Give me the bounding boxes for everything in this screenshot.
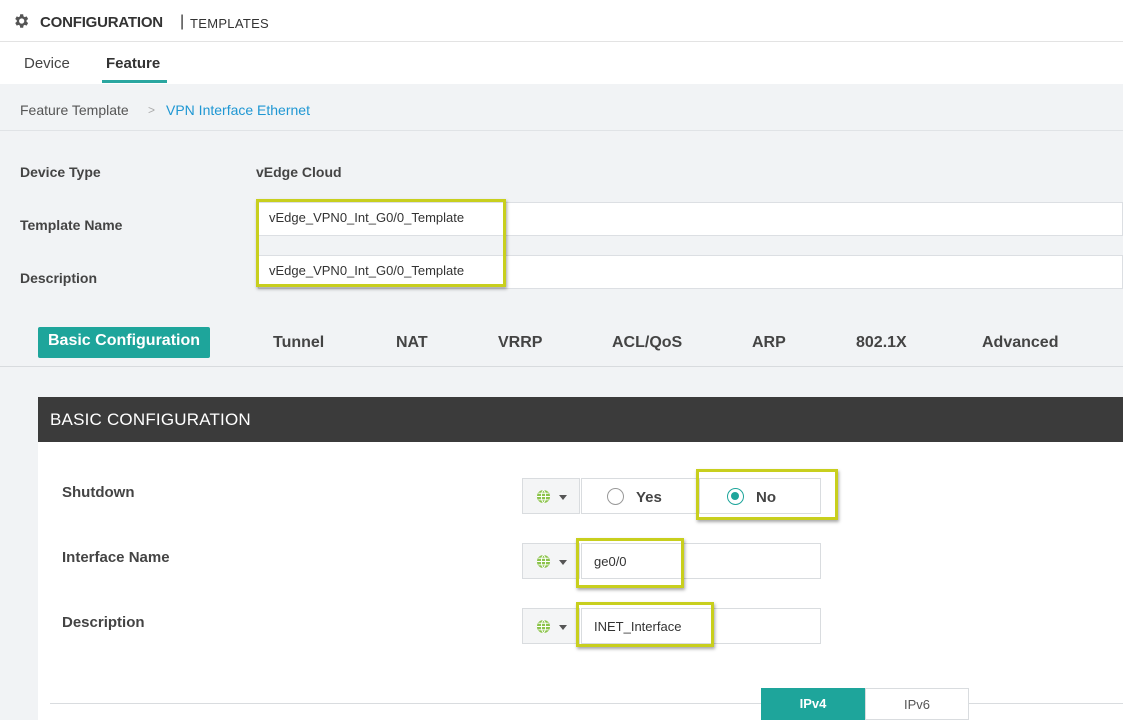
description-label: Description [20, 270, 98, 286]
tab-basic-configuration[interactable]: Basic Configuration [38, 327, 211, 358]
breadcrumb-feature-template[interactable]: Feature Template [20, 102, 129, 118]
breadcrumb-current[interactable]: VPN Interface Ethernet [166, 102, 310, 118]
breadcrumb: Feature Template > VPN Interface Etherne… [0, 84, 1123, 131]
shutdown-no-option[interactable]: No [699, 478, 821, 514]
ipv4-toggle[interactable]: IPv4 [761, 688, 865, 720]
tab-advanced[interactable]: Advanced [982, 334, 1058, 352]
gear-icon [15, 14, 29, 28]
template-description-input[interactable]: vEdge_VPN0_Int_G0/0_Template [258, 255, 1123, 289]
tab-feature[interactable]: Feature [106, 55, 160, 72]
globe-icon [536, 554, 551, 569]
interface-description-input[interactable]: INET_Interface [581, 608, 821, 644]
tab-vrrp[interactable]: VRRP [498, 334, 542, 352]
chevron-down-icon [559, 560, 567, 565]
tab-802-1x[interactable]: 802.1X [856, 334, 907, 352]
title-separator: | [180, 13, 185, 30]
template-tabs: Device Feature [0, 42, 1123, 84]
radio-no[interactable] [727, 488, 744, 505]
device-type-value: vEdge Cloud [256, 164, 342, 180]
radio-no-label: No [756, 489, 776, 506]
template-name-label: Template Name [20, 217, 123, 233]
shutdown-yes-option[interactable]: Yes [581, 478, 699, 514]
page-subtitle: TEMPLATES [190, 16, 270, 31]
interface-name-label: Interface Name [62, 549, 170, 566]
shutdown-label: Shutdown [62, 484, 135, 501]
panel-header[interactable]: BASIC CONFIGURATION [38, 397, 1123, 442]
shutdown-scope-dropdown[interactable] [522, 478, 580, 514]
tab-device[interactable]: Device [24, 55, 70, 72]
chevron-down-icon [559, 625, 567, 630]
ipv6-toggle[interactable]: IPv6 [865, 688, 969, 720]
tab-tunnel[interactable]: Tunnel [273, 334, 324, 352]
device-type-label: Device Type [20, 164, 101, 180]
globe-icon [536, 619, 551, 634]
radio-yes[interactable] [607, 488, 624, 505]
template-name-input[interactable]: vEdge_VPN0_Int_G0/0_Template [258, 202, 1123, 236]
globe-icon [536, 489, 551, 504]
interface-name-input[interactable]: ge0/0 [581, 543, 821, 579]
breadcrumb-chevron-icon: > [148, 103, 156, 117]
interface-name-scope-dropdown[interactable] [522, 543, 580, 579]
tab-arp[interactable]: ARP [752, 334, 786, 352]
section-tabs: Basic Configuration Tunnel NAT VRRP ACL/… [0, 321, 1123, 367]
tab-acl-qos[interactable]: ACL/QoS [612, 334, 682, 352]
chevron-down-icon [559, 495, 567, 500]
tab-nat[interactable]: NAT [396, 334, 428, 352]
radio-yes-label: Yes [636, 489, 662, 506]
description-scope-dropdown[interactable] [522, 608, 580, 644]
page-title: CONFIGURATION [40, 14, 163, 31]
active-tab-indicator [102, 80, 167, 83]
top-header: CONFIGURATION | TEMPLATES [0, 0, 1123, 42]
interface-description-label: Description [62, 614, 145, 631]
panel-title: BASIC CONFIGURATION [50, 410, 251, 429]
template-info-form: Device Type vEdge Cloud Template Name vE… [0, 131, 1123, 321]
